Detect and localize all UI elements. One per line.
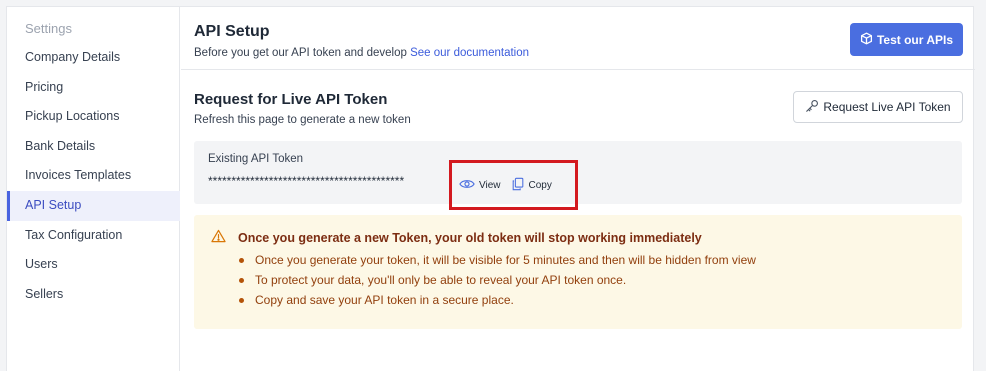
warning-triangle-icon — [211, 229, 226, 248]
sidebar-item-invoices-templates[interactable]: Invoices Templates — [7, 161, 180, 191]
existing-token-panel: Existing API Token *********************… — [194, 141, 962, 210]
page-header: API Setup Before you get our API token a… — [181, 7, 975, 70]
sidebar-item-pricing[interactable]: Pricing — [7, 73, 180, 103]
request-live-token-button[interactable]: Request Live API Token — [793, 91, 963, 123]
warning-title: Once you generate a new Token, your old … — [238, 231, 702, 245]
sidebar-item-pickup-locations[interactable]: Pickup Locations — [7, 102, 180, 132]
warning-item: Copy and save your API token in a secure… — [238, 290, 756, 310]
copy-icon — [511, 177, 525, 194]
view-token-button[interactable]: View — [459, 178, 501, 193]
sidebar-heading: Settings — [25, 21, 72, 36]
request-section-title: Request for Live API Token — [194, 91, 388, 108]
sidebar-item-tax-configuration[interactable]: Tax Configuration — [7, 221, 180, 251]
settings-frame: Settings Company Details Pricing Pickup … — [6, 6, 975, 371]
sidebar-nav: Company Details Pricing Pickup Locations… — [7, 43, 180, 309]
eye-icon — [459, 178, 475, 193]
warning-list: Once you generate your token, it will be… — [238, 250, 756, 310]
main-content: API Setup Before you get our API token a… — [181, 7, 975, 371]
page-subtitle-text: Before you get our API token and develop — [194, 47, 407, 59]
token-label: Existing API Token — [208, 153, 304, 165]
request-section-subtitle: Refresh this page to generate a new toke… — [194, 114, 411, 126]
warning-item: Once you generate your token, it will be… — [238, 250, 756, 270]
request-live-token-label: Request Live API Token — [823, 100, 951, 114]
sidebar-item-api-setup[interactable]: API Setup — [7, 190, 180, 221]
page-subtitle: Before you get our API token and develop… — [194, 47, 529, 59]
copy-token-button[interactable]: Copy — [511, 177, 552, 194]
key-icon — [805, 99, 819, 116]
settings-sidebar: Settings Company Details Pricing Pickup … — [7, 7, 180, 371]
token-actions-highlight: View Copy — [449, 160, 578, 210]
documentation-link[interactable]: See our documentation — [410, 47, 529, 59]
warning-item: To protect your data, you'll only be abl… — [238, 270, 756, 290]
sidebar-item-company-details[interactable]: Company Details — [7, 43, 180, 73]
test-apis-button[interactable]: Test our APIs — [850, 23, 963, 56]
sidebar-item-sellers[interactable]: Sellers — [7, 280, 180, 310]
page-title: API Setup — [194, 23, 270, 40]
token-masked-value: ****************************************… — [208, 174, 405, 188]
token-warning-box: Once you generate a new Token, your old … — [194, 215, 962, 329]
sidebar-item-bank-details[interactable]: Bank Details — [7, 132, 180, 162]
copy-token-label: Copy — [528, 179, 552, 191]
test-apis-button-label: Test our APIs — [876, 32, 953, 47]
sidebar-item-users[interactable]: Users — [7, 250, 180, 280]
view-token-label: View — [479, 179, 501, 191]
cube-icon — [860, 32, 873, 48]
